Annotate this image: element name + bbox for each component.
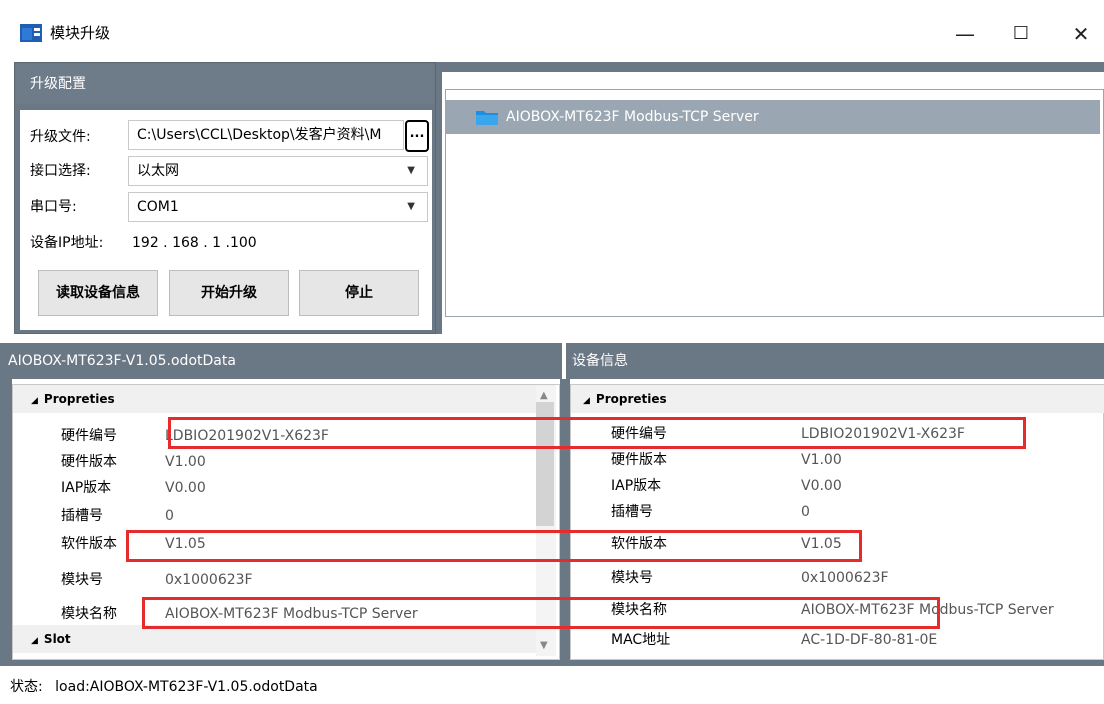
property-key: IAP版本: [61, 480, 112, 496]
scroll-down-icon[interactable]: ▼: [540, 640, 548, 651]
property-value: 0x1000623F: [801, 570, 889, 586]
stop-button[interactable]: 停止: [299, 270, 419, 316]
status-bar: 状态: load:AIOBOX-MT623F-V1.05.odotData: [10, 676, 318, 698]
property-key: 模块名称: [61, 606, 117, 622]
highlight-box-hardware-id: [168, 417, 1026, 449]
status-label: 状态:: [10, 679, 43, 695]
property-row[interactable]: 模块号 0x1000623F: [571, 565, 1103, 591]
collapse-triangle-icon: ◢: [31, 396, 38, 406]
panel-border: [0, 379, 12, 666]
section-label: Slot: [43, 632, 71, 646]
property-key: 插槽号: [61, 508, 103, 524]
property-key: 模块号: [611, 570, 653, 586]
serial-port-select[interactable]: COM1 ▼: [128, 192, 428, 222]
serial-label: 串口号:: [30, 199, 77, 215]
panel-border: [0, 660, 562, 666]
maximize-button[interactable]: ☐: [998, 14, 1044, 54]
property-key: MAC地址: [611, 632, 671, 648]
highlight-box-software-version: [126, 530, 862, 562]
property-value: 0: [165, 508, 174, 524]
property-value: V1.00: [801, 452, 842, 468]
device-tree-item[interactable]: AIOBOX-MT623F Modbus-TCP Server: [446, 100, 1100, 134]
chevron-down-icon: ▼: [407, 201, 415, 212]
folder-icon: [476, 111, 498, 125]
propreties-section[interactable]: ◢ Propreties: [13, 385, 555, 413]
property-row[interactable]: 插槽号 0: [13, 503, 537, 529]
close-button[interactable]: ✕: [1058, 14, 1104, 54]
property-key: IAP版本: [611, 478, 662, 494]
read-device-info-button[interactable]: 读取设备信息: [38, 270, 158, 316]
collapse-triangle-icon: ◢: [31, 636, 38, 646]
window-title: 模块升级: [50, 24, 111, 42]
property-value: V1.00: [165, 454, 206, 470]
app-window-icon: [20, 24, 42, 42]
section-label: Propreties: [595, 392, 667, 406]
propreties-section[interactable]: ◢ Propreties: [571, 385, 1104, 413]
property-row[interactable]: 插槽号 0: [571, 499, 1103, 525]
file-label: 升级文件:: [30, 129, 91, 145]
device-ip-input[interactable]: 192 . 168 . 1 .100: [132, 232, 257, 254]
slot-section[interactable]: ◢ Slot: [13, 625, 555, 653]
ip-label: 设备IP地址:: [30, 235, 104, 251]
panel-border: [566, 660, 1104, 666]
upgrade-config-header: 升级配置: [16, 64, 434, 104]
interface-select-value: 以太网: [137, 163, 179, 179]
highlight-box-module-name: [142, 597, 940, 629]
property-row[interactable]: 硬件版本 V1.00: [571, 447, 1103, 473]
browse-file-button[interactable]: ...: [405, 120, 429, 152]
collapse-triangle-icon: ◢: [583, 396, 590, 406]
property-value: AC-1D-DF-80-81-0E: [801, 632, 938, 648]
property-value: V0.00: [801, 478, 842, 494]
interface-select[interactable]: 以太网 ▼: [128, 156, 428, 186]
status-text: load:AIOBOX-MT623F-V1.05.odotData: [55, 679, 318, 695]
start-upgrade-button[interactable]: 开始升级: [169, 270, 289, 316]
title-bar: [0, 0, 1104, 62]
device-info-header: 设备信息: [566, 343, 1104, 379]
file-data-header: AIOBOX-MT623F-V1.05.odotData: [0, 343, 562, 379]
property-row[interactable]: 模块号 0x1000623F: [13, 567, 537, 593]
property-key: 硬件编号: [61, 428, 117, 444]
section-label: Propreties: [43, 392, 115, 406]
chevron-down-icon: ▼: [407, 165, 415, 176]
property-row[interactable]: 硬件版本 V1.00: [13, 449, 537, 475]
property-row[interactable]: IAP版本 V0.00: [13, 475, 537, 501]
scroll-up-icon[interactable]: ▲: [540, 390, 548, 401]
device-tree-item-label: AIOBOX-MT623F Modbus-TCP Server: [506, 109, 759, 125]
property-key: 硬件版本: [611, 452, 667, 468]
property-key: 插槽号: [611, 504, 653, 520]
divider: [0, 334, 562, 342]
interface-label: 接口选择:: [30, 163, 91, 179]
upgrade-file-input[interactable]: C:\Users\CCL\Desktop\发客户资料\M: [128, 120, 404, 150]
property-key: 硬件版本: [61, 454, 117, 470]
property-value: V0.00: [165, 480, 206, 496]
property-row[interactable]: MAC地址 AC-1D-DF-80-81-0E: [571, 627, 1103, 653]
property-row[interactable]: IAP版本 V0.00: [571, 473, 1103, 499]
property-value: 0x1000623F: [165, 572, 253, 588]
serial-port-select-value: COM1: [137, 199, 179, 215]
property-value: 0: [801, 504, 810, 520]
property-key: 软件版本: [61, 536, 117, 552]
minimize-button[interactable]: —: [942, 14, 988, 54]
property-key: 模块号: [61, 572, 103, 588]
